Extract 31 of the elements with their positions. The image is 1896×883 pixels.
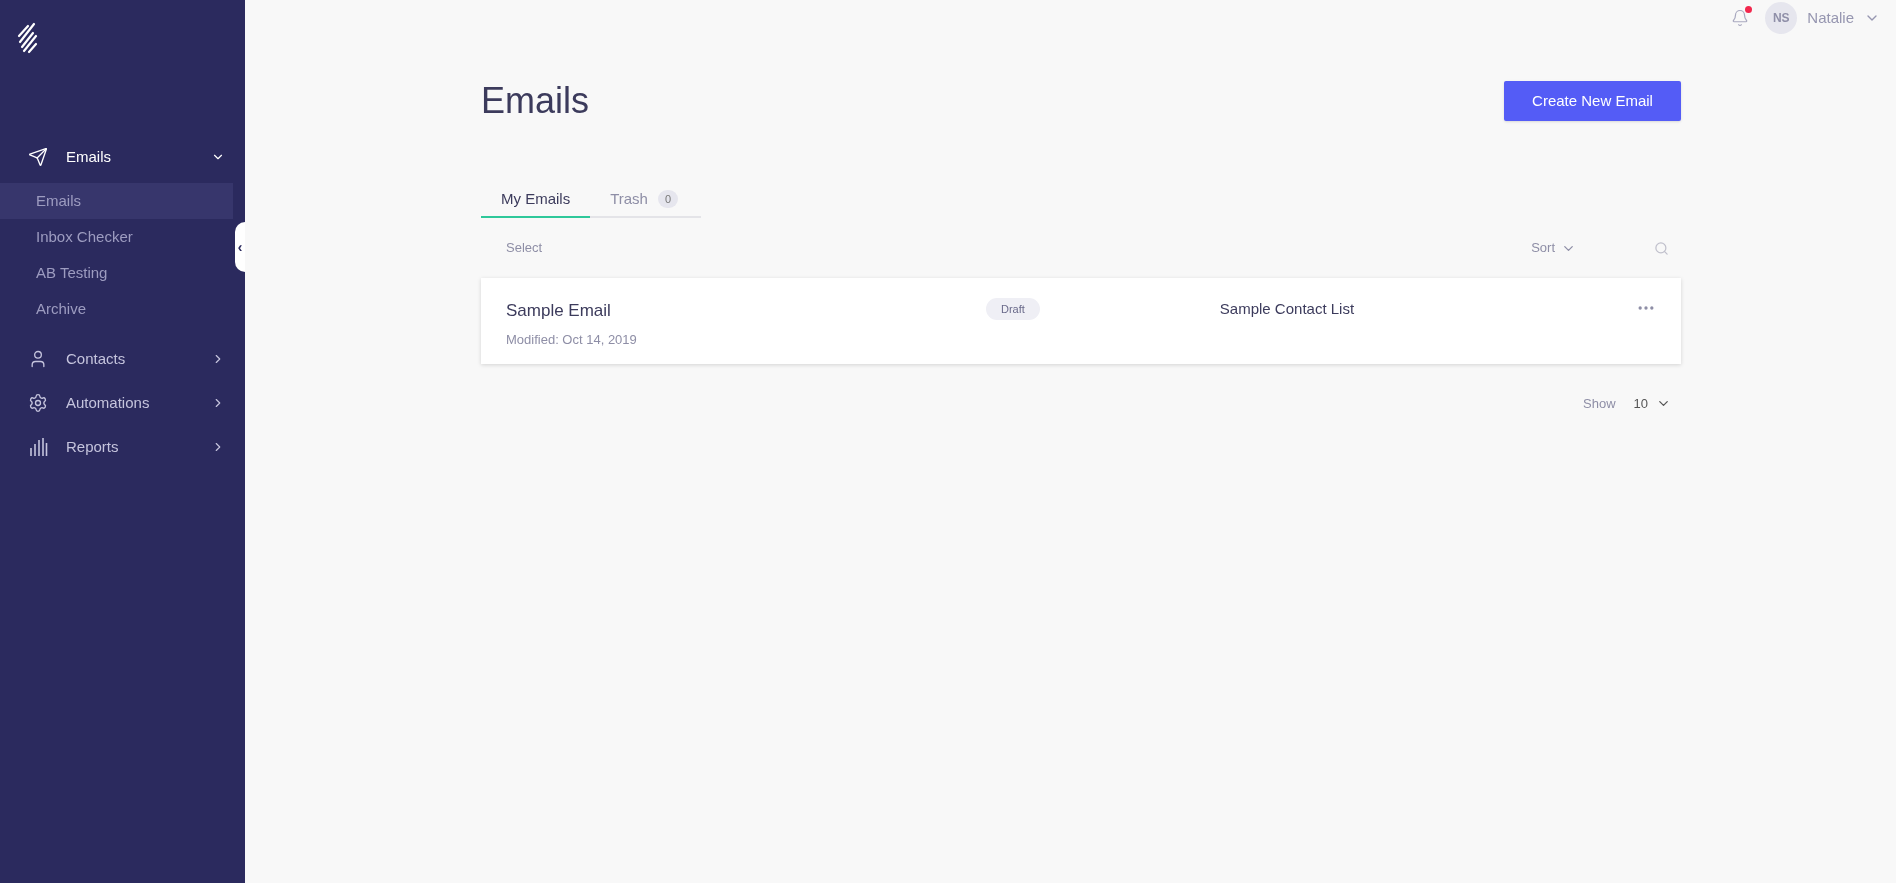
bar-chart-icon [28,437,48,457]
contact-list: Sample Contact List [1219,298,1636,321]
nav-item[interactable]: Automations [0,381,245,425]
modified-date: Modified: Oct 14, 2019 [506,330,638,349]
paper-plane-icon [28,147,48,167]
search-icon[interactable] [1654,240,1669,256]
nav-item[interactable]: Contacts [0,337,245,381]
nav-item[interactable]: Reports [0,425,245,469]
tab[interactable]: Trash 0 [590,182,699,218]
nav-subitem[interactable]: Archive [0,291,233,327]
nav-subitem[interactable]: Inbox Checker [0,219,233,255]
email-row[interactable]: Sample Email Modified: Oct 14, 2019 Draft Sample Contact List [481,278,1681,364]
page-title: Emails [481,79,590,123]
nav-subitem[interactable]: AB Testing [0,255,233,291]
nav-item[interactable]: Emails [0,135,245,179]
user-avatar[interactable]: NS [1765,2,1798,34]
select-control[interactable]: Select [506,238,1532,258]
bell-icon [1731,9,1750,27]
nav-subitem[interactable]: Emails [0,183,233,219]
user-name[interactable]: Natalie [1807,6,1854,30]
status-badge: Draft [986,298,1040,320]
email-name: Sample Email [506,300,612,322]
show-label: Show [1583,395,1616,413]
create-email-button[interactable]: Create New Email [1504,81,1681,121]
trash-count: 0 [657,190,679,208]
sort-control[interactable]: Sort [1531,238,1576,258]
tab[interactable]: My Emails [481,182,591,218]
collapse-handle[interactable]: ‹ [235,222,245,272]
page-size-select[interactable]: 10 [1633,394,1671,414]
notification-bell[interactable] [1731,9,1750,27]
gear-icon [28,393,48,413]
